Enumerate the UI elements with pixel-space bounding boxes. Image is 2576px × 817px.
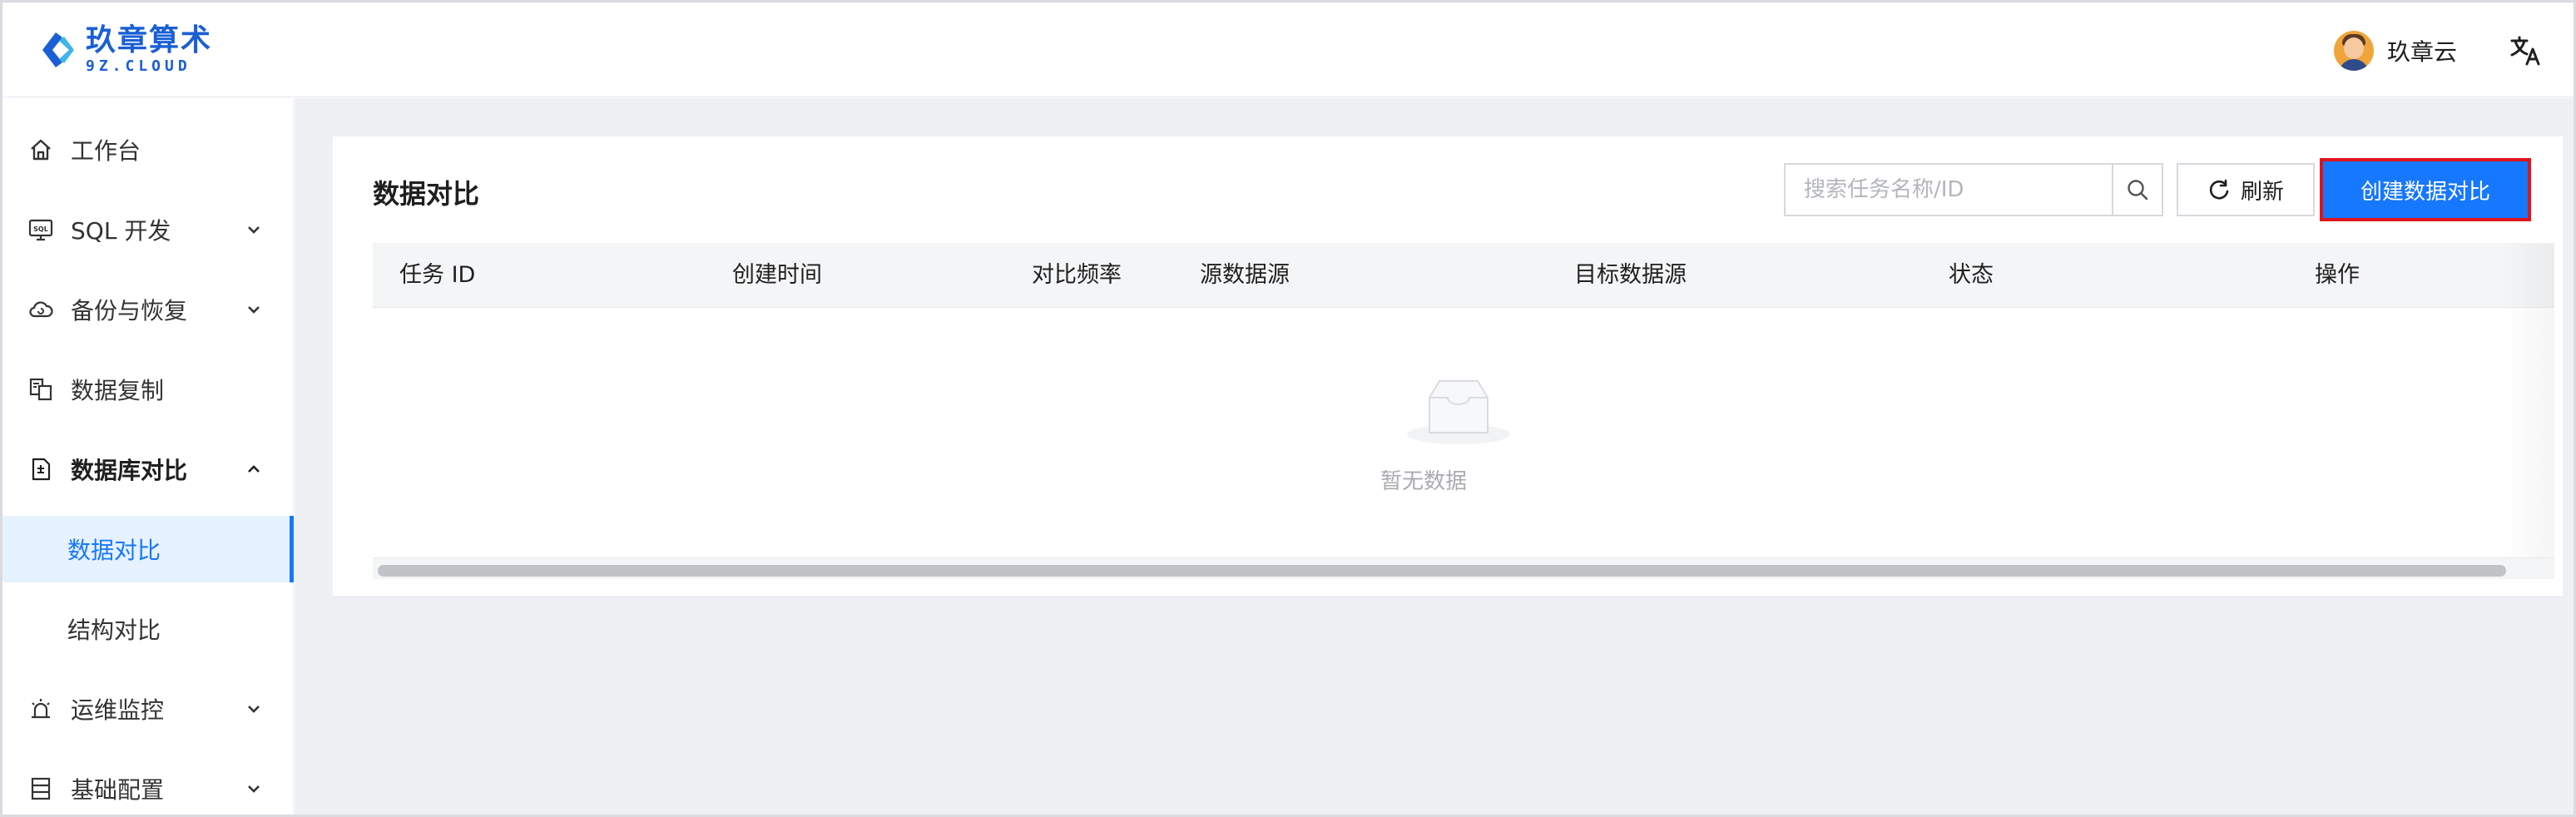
config-icon: [31, 777, 51, 800]
create-data-compare-button[interactable]: 创建数据对比: [2320, 158, 2531, 221]
main-content: 数据对比 刷新 创建数据对比 任务 ID 创建时间 对比频率 源数据源 目标: [295, 98, 2574, 815]
chevron-down-icon: [248, 306, 260, 314]
column-header-actions: 操作: [2315, 262, 2360, 288]
chevron-down-icon: [248, 785, 260, 793]
chevron-down-icon: [248, 706, 260, 713]
sql-icon: SQL: [28, 219, 53, 241]
sidebar-item-label: 数据库对比: [71, 457, 188, 484]
column-header-task-id[interactable]: 任务 ID: [399, 243, 475, 308]
search-input[interactable]: [1786, 165, 2112, 215]
user-name: 玖章云: [2386, 38, 2457, 66]
refresh-icon: [2209, 179, 2229, 200]
sidebar-subitem-structure-compare[interactable]: 结构对比: [2, 596, 294, 662]
search-box: [1784, 163, 2163, 216]
sidebar-item-backup[interactable]: 备份与恢复: [2, 276, 294, 343]
sidebar-item-config[interactable]: 基础配置: [2, 755, 294, 817]
copy-icon: [29, 378, 52, 401]
top-header: 玖章算术 9Z.CLOUD 玖章云: [2, 2, 2574, 97]
table-header: 任务 ID 创建时间 对比频率 源数据源 目标数据源 状态 操作: [373, 243, 2554, 308]
empty-inbox-icon: [1407, 380, 1510, 444]
sidebar-subitem-label: 数据对比: [67, 537, 161, 564]
column-header-target[interactable]: 目标数据源: [1574, 243, 1687, 308]
sidebar-subitem-data-compare[interactable]: 数据对比: [2, 516, 294, 582]
column-header-created-time[interactable]: 创建时间: [732, 243, 822, 308]
sidebar-subitem-label: 结构对比: [67, 616, 161, 644]
search-button[interactable]: [2112, 165, 2162, 215]
sidebar-item-label: 工作台: [71, 137, 141, 165]
sidebar-item-label: 备份与恢复: [71, 297, 188, 324]
compare-doc-icon: [32, 458, 51, 481]
sidebar-item-monitoring[interactable]: 运维监控: [2, 676, 294, 742]
sidebar: 工作台 SQL SQL 开发 备份与恢复 数据复制 数据库对比 数据对比 结构对…: [2, 98, 294, 815]
cloud-backup-icon: [29, 301, 53, 318]
refresh-label: 刷新: [2240, 179, 2284, 205]
column-header-frequency[interactable]: 对比频率: [1032, 243, 1122, 308]
logo-subtitle: 9Z.CLOUD: [86, 57, 191, 75]
logo[interactable]: 玖章算术 9Z.CLOUD: [37, 24, 212, 76]
chevron-down-icon: [248, 226, 260, 234]
chevron-up-icon: [248, 465, 260, 473]
sidebar-item-label: 数据复制: [71, 377, 165, 404]
sidebar-item-sql[interactable]: SQL SQL 开发: [2, 196, 294, 263]
sidebar-item-replication[interactable]: 数据复制: [2, 356, 294, 423]
svg-text:SQL: SQL: [33, 225, 48, 233]
data-compare-card: 数据对比 刷新 创建数据对比 任务 ID 创建时间 对比频率 源数据源 目标: [333, 136, 2563, 596]
user-menu[interactable]: 玖章云: [2333, 27, 2457, 74]
refresh-button[interactable]: 刷新: [2177, 163, 2315, 216]
search-icon: [2128, 180, 2148, 201]
sidebar-item-label: 运维监控: [71, 696, 165, 724]
column-header-status[interactable]: 状态: [1949, 243, 1994, 308]
sidebar-item-workbench[interactable]: 工作台: [2, 116, 294, 183]
empty-state: 暂无数据: [373, 308, 2554, 557]
sidebar-item-label: 基础配置: [71, 776, 165, 804]
horizontal-scrollbar[interactable]: [373, 557, 2554, 579]
avatar: [2333, 31, 2374, 71]
sidebar-item-label: SQL 开发: [71, 217, 171, 245]
logo-title: 玖章算术: [86, 23, 213, 57]
fixed-column-shadow: [2503, 243, 2554, 579]
translate-icon[interactable]: [2509, 34, 2542, 67]
home-icon: [31, 139, 51, 161]
alarm-icon: [32, 699, 50, 719]
empty-text: 暂无数据: [1380, 469, 1467, 494]
scrollbar-thumb[interactable]: [378, 565, 2506, 577]
page-title: 数据对比: [373, 178, 480, 210]
sidebar-item-db-compare[interactable]: 数据库对比: [2, 436, 294, 503]
column-header-source[interactable]: 源数据源: [1200, 243, 1290, 308]
logo-mark-icon: [42, 32, 74, 67]
